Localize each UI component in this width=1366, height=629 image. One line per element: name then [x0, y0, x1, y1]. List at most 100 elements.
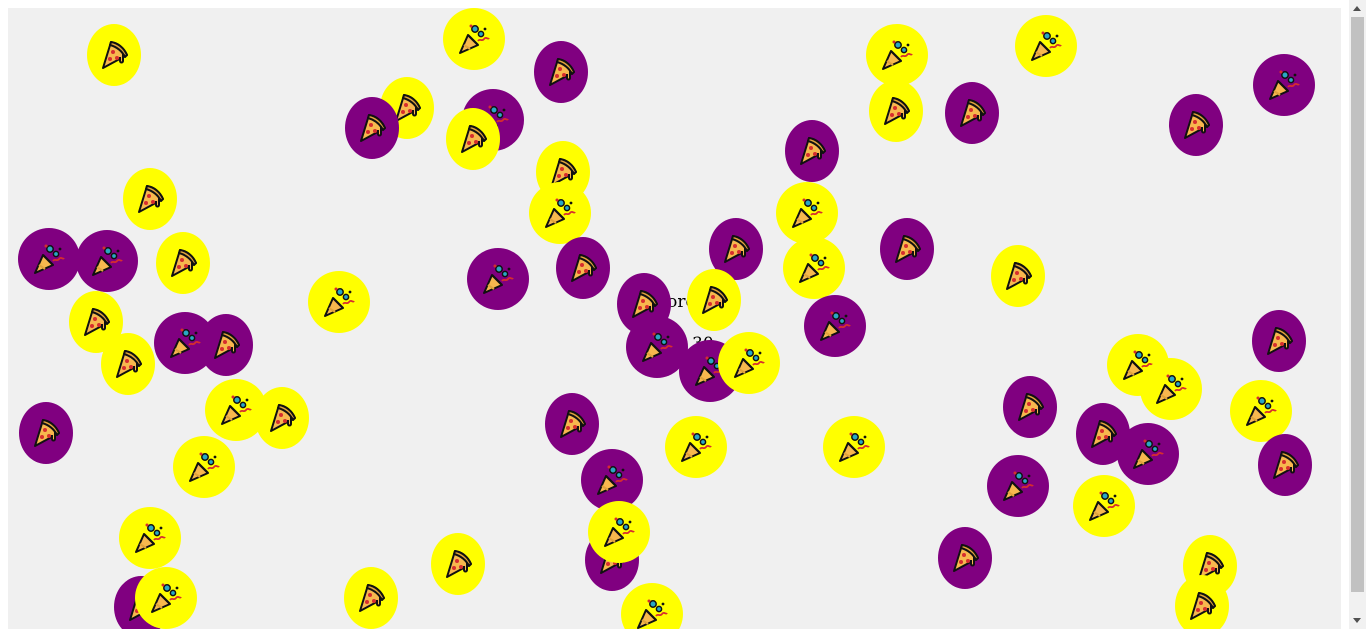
pizza-icon: [565, 250, 601, 286]
party-popper-token[interactable]: [76, 230, 138, 292]
party-popper-token[interactable]: [987, 455, 1049, 517]
pizza-token[interactable]: [556, 237, 610, 299]
party-popper-icon: [89, 243, 125, 279]
party-popper-token[interactable]: [783, 237, 845, 299]
party-popper-token[interactable]: [135, 567, 197, 629]
pizza-icon: [132, 181, 168, 217]
scroll-down-arrow[interactable]: [1349, 612, 1366, 629]
party-popper-token[interactable]: [621, 583, 683, 629]
pizza-token[interactable]: [19, 402, 73, 464]
party-popper-icon: [879, 37, 915, 73]
party-popper-icon: [1000, 468, 1036, 504]
pizza-token[interactable]: [431, 533, 485, 595]
party-popper-icon: [132, 520, 168, 556]
party-popper-icon: [1086, 488, 1122, 524]
pizza-token[interactable]: [446, 108, 500, 170]
pizza-token[interactable]: [1003, 376, 1057, 438]
party-popper-icon: [601, 514, 637, 550]
pizza-token[interactable]: [869, 80, 923, 142]
pizza-token[interactable]: [687, 269, 741, 331]
party-popper-token[interactable]: [154, 312, 216, 374]
party-popper-token[interactable]: [529, 182, 591, 244]
pizza-token[interactable]: [101, 333, 155, 395]
pizza-token[interactable]: [123, 168, 177, 230]
pizza-icon: [1261, 323, 1297, 359]
party-popper-token[interactable]: [119, 507, 181, 569]
pizza-token[interactable]: [938, 527, 992, 589]
party-popper-icon: [218, 392, 254, 428]
pizza-icon: [696, 282, 732, 318]
party-popper-token[interactable]: [866, 24, 928, 86]
pizza-token[interactable]: [345, 97, 399, 159]
pizza-icon: [543, 54, 579, 90]
party-popper-icon: [836, 429, 872, 465]
party-popper-icon: [31, 241, 67, 277]
party-popper-token[interactable]: [718, 332, 780, 394]
pizza-icon: [165, 245, 201, 281]
pizza-icon: [878, 93, 914, 129]
pizza-icon: [947, 540, 983, 576]
pizza-token[interactable]: [991, 245, 1045, 307]
pizza-token[interactable]: [534, 41, 588, 103]
party-popper-icon: [167, 325, 203, 361]
party-popper-icon: [148, 580, 184, 616]
pizza-icon: [1085, 416, 1121, 452]
pizza-icon: [28, 415, 64, 451]
party-popper-token[interactable]: [1073, 475, 1135, 537]
party-popper-icon: [456, 21, 492, 57]
party-popper-token[interactable]: [823, 416, 885, 478]
pizza-icon: [1000, 258, 1036, 294]
pizza-token[interactable]: [87, 24, 141, 86]
party-popper-icon: [321, 284, 357, 320]
pizza-icon: [554, 406, 590, 442]
pizza-icon: [954, 95, 990, 131]
pizza-token[interactable]: [1252, 310, 1306, 372]
party-popper-icon: [1266, 67, 1302, 103]
pizza-token[interactable]: [1175, 575, 1229, 629]
party-popper-icon: [1153, 371, 1189, 407]
pizza-token[interactable]: [1169, 94, 1223, 156]
party-popper-token[interactable]: [1140, 358, 1202, 420]
party-popper-token[interactable]: [443, 8, 505, 70]
scrollbar-thumb[interactable]: [1351, 17, 1364, 592]
pizza-token[interactable]: [545, 393, 599, 455]
pizza-token[interactable]: [945, 82, 999, 144]
party-popper-icon: [1130, 436, 1166, 472]
pizza-token[interactable]: [880, 218, 934, 280]
party-popper-icon: [1243, 393, 1279, 429]
pizza-token[interactable]: [156, 232, 210, 294]
party-popper-token[interactable]: [205, 379, 267, 441]
party-popper-icon: [817, 308, 853, 344]
party-popper-token[interactable]: [1117, 423, 1179, 485]
party-popper-token[interactable]: [804, 295, 866, 357]
pizza-icon: [455, 121, 491, 157]
pizza-token[interactable]: [785, 120, 839, 182]
party-popper-token[interactable]: [308, 271, 370, 333]
pizza-icon: [264, 400, 300, 436]
party-popper-icon: [480, 261, 516, 297]
party-popper-token[interactable]: [467, 248, 529, 310]
party-popper-icon: [731, 345, 767, 381]
party-popper-icon: [796, 250, 832, 286]
party-popper-token[interactable]: [1015, 15, 1077, 77]
party-popper-token[interactable]: [665, 416, 727, 478]
pizza-icon: [1012, 389, 1048, 425]
pizza-icon: [889, 231, 925, 267]
pizza-icon: [110, 346, 146, 382]
party-popper-icon: [594, 462, 630, 498]
party-popper-token[interactable]: [18, 228, 80, 290]
vertical-scrollbar[interactable]: [1349, 0, 1366, 629]
pizza-token[interactable]: [1258, 434, 1312, 496]
party-popper-token[interactable]: [1230, 380, 1292, 442]
scroll-up-arrow[interactable]: [1349, 0, 1366, 17]
party-popper-token[interactable]: [776, 182, 838, 244]
party-popper-icon: [639, 329, 675, 365]
party-popper-token[interactable]: [1253, 54, 1315, 116]
pizza-icon: [1178, 107, 1214, 143]
pizza-icon: [354, 110, 390, 146]
party-popper-token[interactable]: [588, 501, 650, 563]
party-popper-token[interactable]: [173, 436, 235, 498]
pizza-icon: [1184, 588, 1220, 624]
game-board[interactable]: Score 30: [8, 8, 1341, 629]
pizza-token[interactable]: [344, 567, 398, 629]
